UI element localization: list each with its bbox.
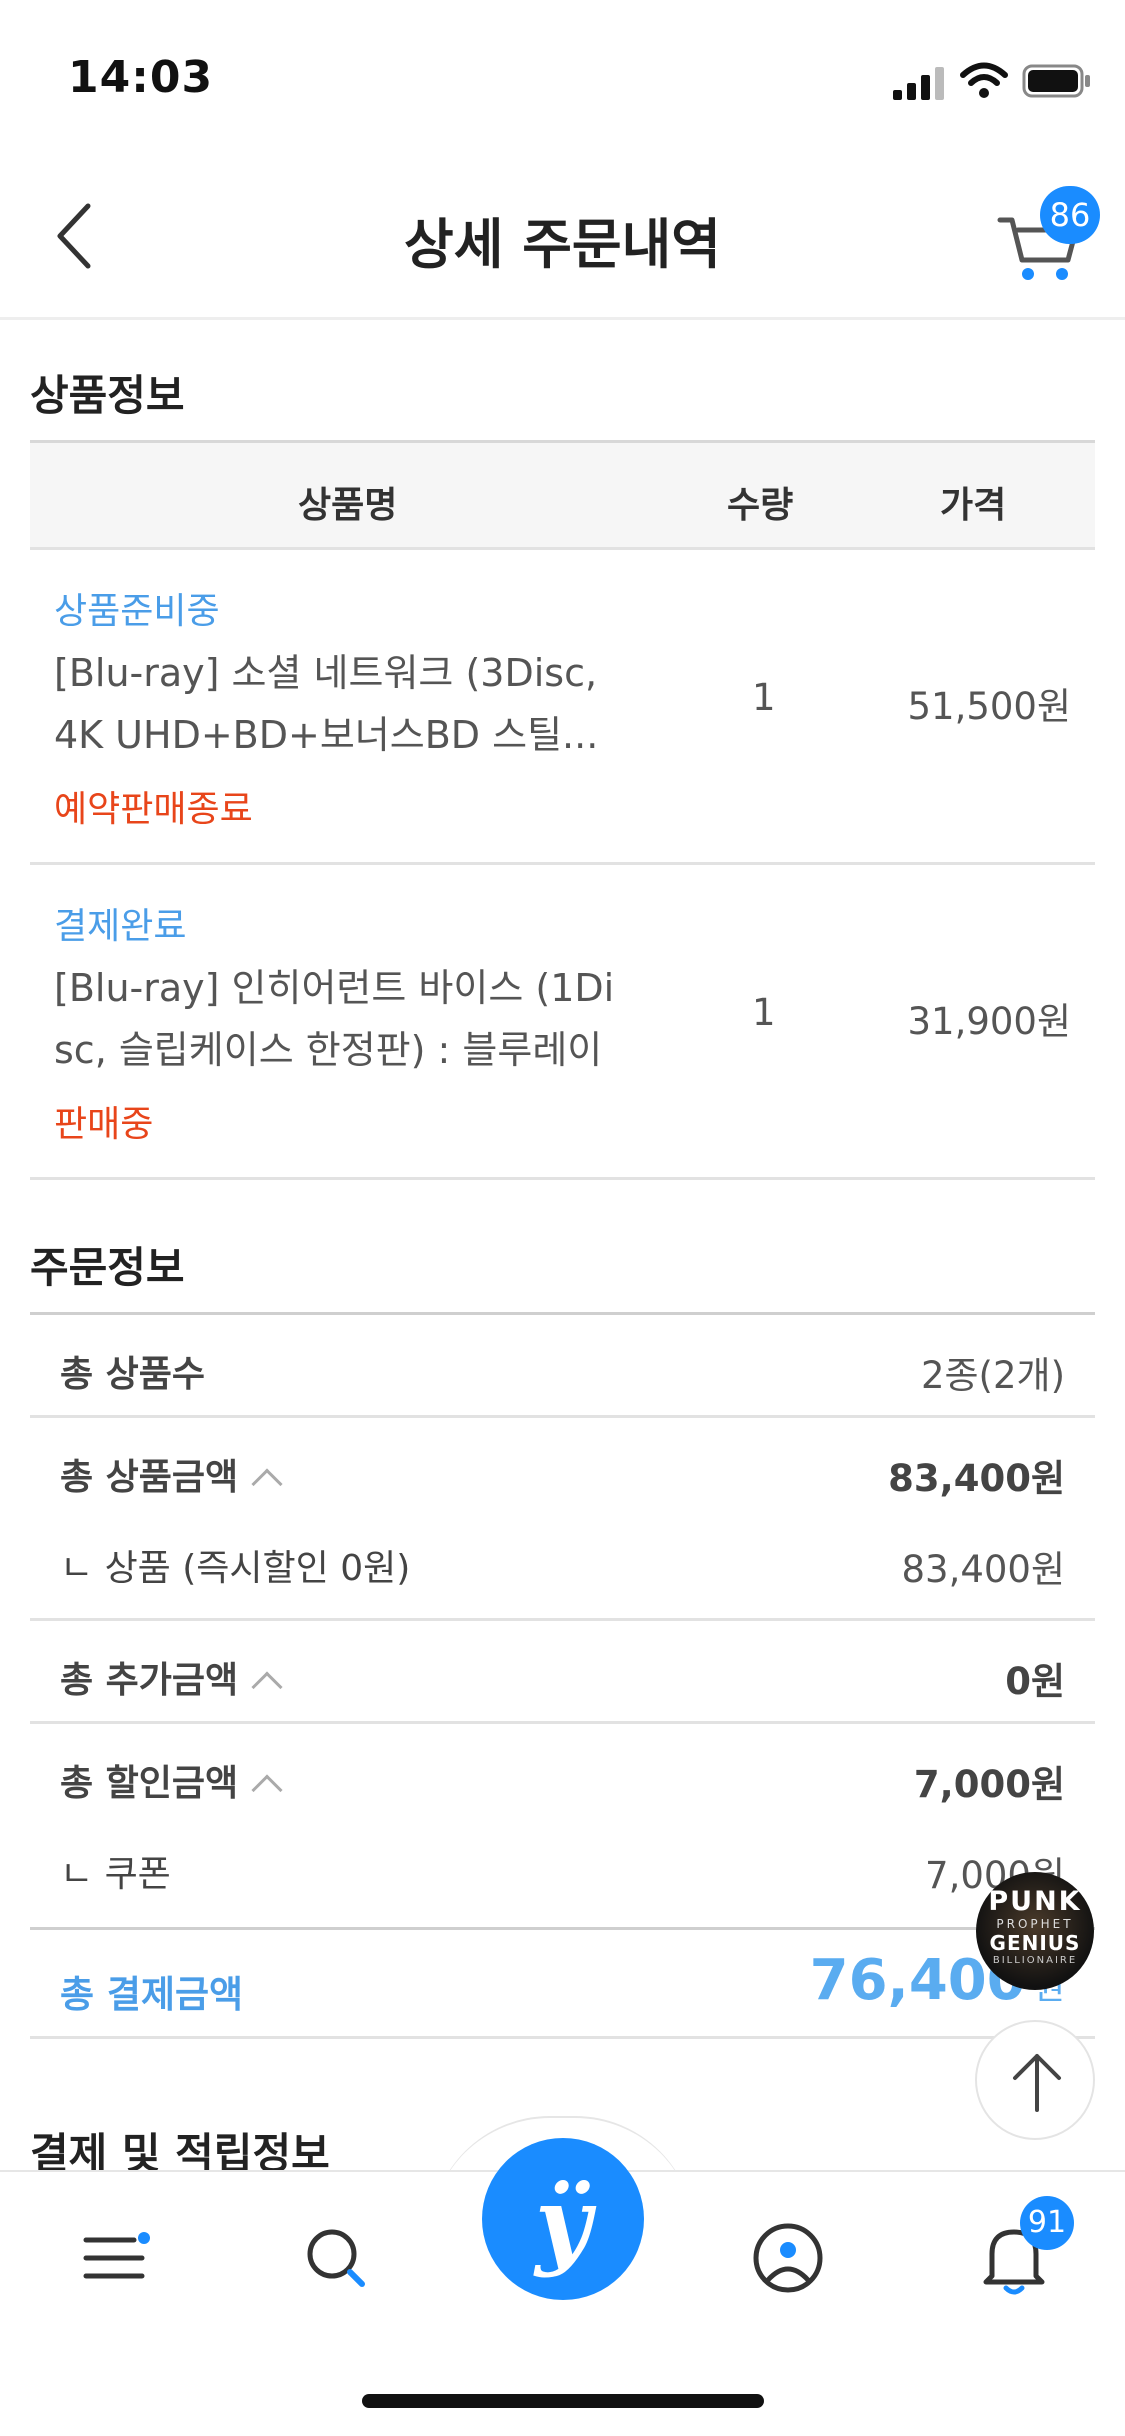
- ad-text: BILLIONAIRE: [992, 1955, 1078, 1966]
- status-bar: 14:03: [0, 0, 1125, 150]
- order-info-table: 총 상품수 2종(2개) 총 상품금액 83,400원 ㄴ 상품 (즉시할인 0…: [30, 1312, 1095, 2039]
- product-amount-value: 83,400원: [888, 1457, 1065, 1500]
- search-icon[interactable]: [296, 2218, 376, 2298]
- order-section-title: 주문정보: [30, 1243, 185, 1292]
- product-name-line: sc, 슬립케이스 한정판) : 블루레이: [54, 1028, 603, 1072]
- discount-toggle[interactable]: 총 할인금액: [60, 1754, 283, 1806]
- extra-amount-row[interactable]: 총 추가금액 0원: [30, 1621, 1095, 1724]
- product-name[interactable]: [Blu-ray] 인히어런트 바이스 (1Di sc, 슬립케이스 한정판) …: [54, 957, 654, 1081]
- status-time: 14:03: [68, 52, 214, 103]
- total-payment-label: 총 결제금액: [60, 1973, 244, 2016]
- product-table-header: 상품명 수량 가격: [30, 440, 1095, 550]
- menu-icon[interactable]: [76, 2218, 156, 2298]
- extra-amount-toggle[interactable]: 총 추가금액: [60, 1651, 283, 1703]
- column-header-qty: 수량: [727, 485, 794, 526]
- product-qty: 1: [752, 676, 776, 719]
- product-row[interactable]: 상품준비중 [Blu-ray] 소셜 네트워크 (3Disc, 4K UHD+B…: [30, 550, 1095, 865]
- cart-count-badge: 86: [1040, 186, 1100, 244]
- chevron-up-icon: [251, 1774, 283, 1806]
- sale-status: 예약판매종료: [54, 789, 253, 830]
- my-page-icon[interactable]: [748, 2218, 828, 2298]
- total-items-value: 2종(2개): [920, 1354, 1065, 1397]
- logo-text: ÿ: [535, 2166, 591, 2279]
- extra-amount-value: 0원: [1005, 1660, 1065, 1703]
- coupon-label: ㄴ 쿠폰: [60, 1854, 171, 1895]
- total-items-row: 총 상품수 2종(2개): [30, 1315, 1095, 1418]
- sale-status: 판매중: [54, 1104, 154, 1145]
- battery-icon: [1022, 64, 1090, 98]
- product-section-title: 상품정보: [30, 371, 185, 420]
- product-table: 상품명 수량 가격 상품준비중 [Blu-ray] 소셜 네트워크 (3Disc…: [30, 440, 1095, 1180]
- product-price: 31,900원: [907, 1000, 1071, 1043]
- ad-text: PUNK: [988, 1886, 1082, 1917]
- home-indicator[interactable]: [362, 2394, 764, 2408]
- scroll-top-button[interactable]: [975, 2020, 1095, 2140]
- discount-label: 총 할인금액: [60, 1763, 239, 1804]
- column-header-price: 가격: [940, 485, 1007, 526]
- product-sub-value: 83,400원: [901, 1548, 1065, 1591]
- product-name[interactable]: [Blu-ray] 소셜 네트워크 (3Disc, 4K UHD+BD+보너스B…: [54, 642, 654, 766]
- notification-count-badge: 91: [1020, 2196, 1074, 2250]
- product-qty: 1: [752, 991, 776, 1034]
- total-items-label: 총 상품수: [60, 1354, 206, 1395]
- arrow-up-icon: [1013, 2054, 1061, 2112]
- order-status: 상품준비중: [54, 591, 220, 632]
- ad-text: GENIUS: [989, 1931, 1081, 1955]
- chevron-up-icon: [251, 1671, 283, 1703]
- product-amount-row[interactable]: 총 상품금액 83,400원: [30, 1418, 1095, 1521]
- product-amount-toggle[interactable]: 총 상품금액: [60, 1448, 283, 1500]
- floating-ad-badge[interactable]: PUNK PROPHET GENIUS BILLIONAIRE: [976, 1872, 1094, 1990]
- extra-amount-label: 총 추가금액: [60, 1660, 239, 1701]
- total-payment-row: 총 결제금액 76,400원: [30, 1927, 1095, 2039]
- coupon-row: ㄴ 쿠폰 7,000원: [30, 1827, 1095, 1927]
- signal-icon: [893, 67, 944, 100]
- product-name-line: [Blu-ray] 소셜 네트워크 (3Disc,: [54, 651, 598, 695]
- chevron-up-icon: [251, 1468, 283, 1500]
- wifi-icon: [960, 62, 1008, 98]
- product-price: 51,500원: [907, 685, 1071, 728]
- product-sub-label: ㄴ 상품 (즉시할인 0원): [60, 1548, 411, 1589]
- product-amount-label: 총 상품금액: [60, 1457, 239, 1498]
- ad-text: PROPHET: [996, 1917, 1074, 1931]
- discount-value: 7,000원: [913, 1763, 1065, 1806]
- product-sub-row: ㄴ 상품 (즉시할인 0원) 83,400원: [30, 1521, 1095, 1621]
- product-name-line: [Blu-ray] 인히어런트 바이스 (1Di: [54, 966, 615, 1010]
- header: 상세 주문내역 86: [0, 150, 1125, 320]
- column-header-name: 상품명: [298, 485, 398, 526]
- product-row[interactable]: 결제완료 [Blu-ray] 인히어런트 바이스 (1Di sc, 슬립케이스 …: [30, 865, 1095, 1180]
- order-status: 결제완료: [54, 906, 187, 947]
- page-title: 상세 주문내역: [404, 213, 721, 276]
- home-logo-button[interactable]: ÿ: [482, 2138, 644, 2300]
- discount-row[interactable]: 총 할인금액 7,000원: [30, 1724, 1095, 1827]
- product-name-line: 4K UHD+BD+보너스BD 스틸...: [54, 713, 599, 757]
